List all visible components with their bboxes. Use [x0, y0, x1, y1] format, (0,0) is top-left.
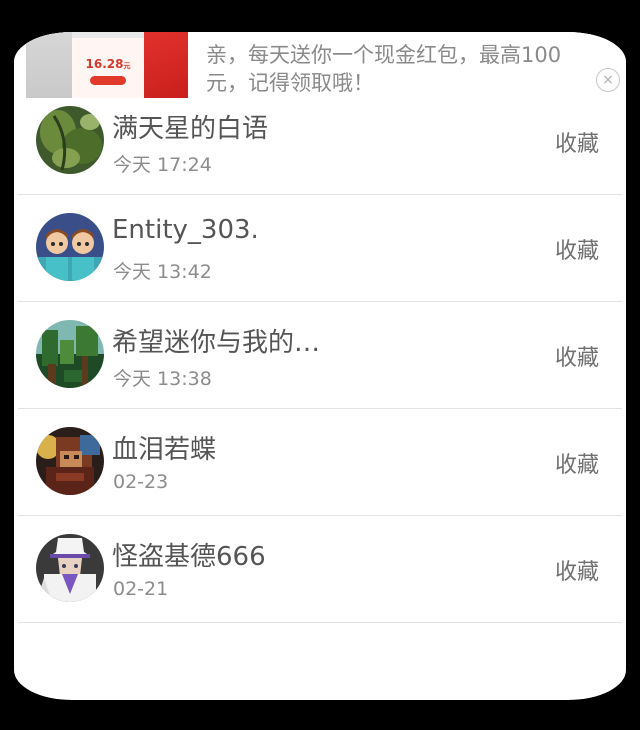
- favorites-list: 满天星的白语 今天 17:24 收藏 Entity_303. 今天 13:42 …: [14, 88, 626, 623]
- item-name: 满天星的白语: [112, 114, 269, 144]
- favorite-button[interactable]: 收藏: [555, 233, 599, 265]
- item-name: 希望迷你与我的…: [112, 328, 321, 358]
- favorite-button[interactable]: 收藏: [555, 126, 599, 158]
- favorite-button[interactable]: 收藏: [555, 554, 599, 586]
- item-name: 血泪若蝶: [112, 435, 217, 465]
- ad-thumb-amount: 16.28元: [85, 57, 131, 71]
- item-time: 今天 13:42: [113, 261, 212, 283]
- ad-text-line1: 亲，每天送你一个现金红包，最高100: [206, 43, 562, 67]
- ad-thumb-button: [90, 76, 126, 85]
- character-avatar-icon[interactable]: [36, 427, 104, 495]
- item-time: 02-23: [113, 471, 169, 493]
- list-item[interactable]: Entity_303. 今天 13:42 收藏: [14, 195, 626, 302]
- list-item[interactable]: 怪盗基德666 02-21 收藏: [14, 516, 626, 623]
- favorite-button[interactable]: 收藏: [555, 447, 599, 479]
- list-item[interactable]: 血泪若蝶 02-23 收藏: [14, 409, 626, 516]
- item-name: 怪盗基德666: [112, 542, 266, 572]
- item-name: Entity_303.: [112, 215, 259, 245]
- screen-frame: 16.28元 亲，每天送你一个现金红包，最高100 元，记得领取哦！ × 满天星…: [14, 32, 626, 700]
- list-item[interactable]: 满天星的白语 今天 17:24 收藏: [14, 88, 626, 195]
- jungle-avatar-icon[interactable]: [36, 320, 104, 388]
- favorite-button[interactable]: 收藏: [555, 340, 599, 372]
- leaf-avatar-icon[interactable]: [36, 106, 104, 174]
- item-time: 今天 17:24: [113, 154, 212, 176]
- list-item[interactable]: 希望迷你与我的… 今天 13:38 收藏: [14, 302, 626, 409]
- item-time: 今天 13:38: [113, 368, 212, 390]
- item-time: 02-21: [113, 578, 169, 600]
- divider: [18, 622, 622, 623]
- kaito-kid-avatar-icon[interactable]: [36, 534, 104, 602]
- twins-avatar-icon[interactable]: [36, 213, 104, 281]
